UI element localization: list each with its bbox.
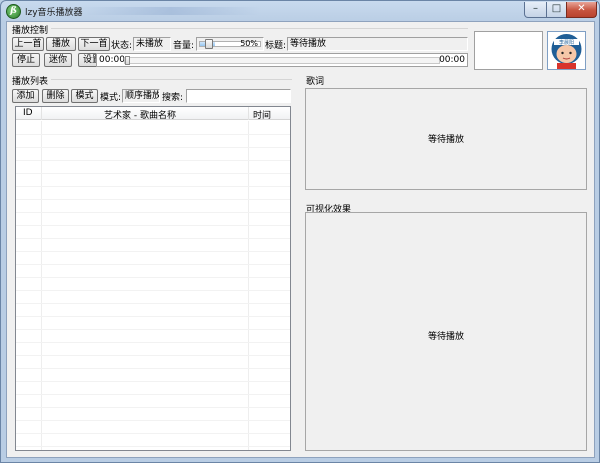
grid-column-line xyxy=(248,121,249,450)
grid-row-line xyxy=(16,212,290,213)
visual-placeholder: 等待播放 xyxy=(427,332,464,342)
title-bar[interactable]: ß lzy音乐播放器 – □ ✕ xyxy=(1,1,599,21)
window-title: lzy音乐播放器 xyxy=(25,8,83,18)
grid-row-line xyxy=(16,394,290,395)
status-value: 未播放 xyxy=(133,37,171,51)
mode-label: 模式: xyxy=(100,93,122,103)
grid-row-line xyxy=(16,186,290,187)
volume-percent: 50% xyxy=(240,39,258,48)
grid-column-line xyxy=(41,121,42,450)
playlist-group-label: 播放列表 xyxy=(12,77,49,87)
column-divider xyxy=(41,107,42,120)
title-label: 标题: xyxy=(265,41,287,51)
progress-track[interactable] xyxy=(124,56,440,65)
grid-row-line xyxy=(16,368,290,369)
avatar-badge-text: 李晨阳 xyxy=(559,39,574,46)
grid-row-line xyxy=(16,147,290,148)
blurred-title-area xyxy=(81,7,261,15)
next-button[interactable]: 下一首 xyxy=(78,37,110,51)
app-window: ß lzy音乐播放器 – □ ✕ 播放控制 上一首 播放 下一首 状态: 未播放… xyxy=(0,0,600,463)
playlist-group-divider xyxy=(51,79,292,80)
grid-row-line xyxy=(16,160,290,161)
delete-button[interactable]: 删除 xyxy=(42,89,69,103)
lyrics-group-label: 歌词 xyxy=(306,77,325,87)
grid-row-line xyxy=(16,329,290,330)
mode-value[interactable]: 顺序播放 xyxy=(122,89,160,103)
grid-row-line xyxy=(16,316,290,317)
playback-group-divider xyxy=(51,28,468,29)
mini-mode-button[interactable]: 迷你 xyxy=(44,53,72,67)
grid-row-line xyxy=(16,173,290,174)
playback-group-label: 播放控制 xyxy=(12,26,49,36)
playlist-header: ID 艺术家 - 歌曲名称 时间 xyxy=(16,107,290,121)
title-value: 等待播放 xyxy=(287,37,468,51)
column-time[interactable]: 时间 xyxy=(253,108,271,121)
search-label: 搜索: xyxy=(162,93,184,103)
user-avatar[interactable]: 李晨阳 xyxy=(547,31,586,70)
grid-row-line xyxy=(16,433,290,434)
grid-row-line xyxy=(16,446,290,447)
volume-label: 音量: xyxy=(173,41,195,51)
maximize-button[interactable]: □ xyxy=(546,2,567,18)
grid-row-line xyxy=(16,407,290,408)
time-total: 00:00 xyxy=(439,55,465,65)
grid-row-line xyxy=(16,238,290,239)
lyrics-panel: 等待播放 xyxy=(305,88,587,190)
volume-thumb[interactable] xyxy=(205,39,213,49)
prev-button[interactable]: 上一首 xyxy=(12,37,44,51)
column-divider xyxy=(248,107,249,120)
column-artist-title[interactable]: 艺术家 - 歌曲名称 xyxy=(104,108,176,121)
playlist-table[interactable]: ID 艺术家 - 歌曲名称 时间 xyxy=(15,106,291,451)
grid-row-line xyxy=(16,303,290,304)
grid-row-line xyxy=(16,290,290,291)
grid-row-line xyxy=(16,277,290,278)
app-logo-icon: ß xyxy=(6,4,21,19)
lyrics-placeholder: 等待播放 xyxy=(427,135,464,145)
visualization-panel: 等待播放 xyxy=(305,212,587,451)
grid-row-line xyxy=(16,342,290,343)
grid-row-line xyxy=(16,420,290,421)
mode-button[interactable]: 模式 xyxy=(71,89,98,103)
client-area: 播放控制 上一首 播放 下一首 状态: 未播放 音量: 50% 标题: 等待播放… xyxy=(6,21,595,458)
grid-row-line xyxy=(16,251,290,252)
minimize-button[interactable]: – xyxy=(524,2,547,18)
stop-button[interactable]: 停止 xyxy=(12,53,40,67)
column-id[interactable]: ID xyxy=(23,108,33,118)
grid-row-line xyxy=(16,355,290,356)
status-label: 状态: xyxy=(111,41,133,51)
progress-bar[interactable]: 00:00 00:00 xyxy=(96,53,468,67)
close-button[interactable]: ✕ xyxy=(566,2,597,18)
search-input[interactable] xyxy=(186,89,291,103)
grid-row-line xyxy=(16,134,290,135)
avatar-face-icon: 李晨阳 xyxy=(548,32,585,69)
album-cover xyxy=(474,31,543,70)
add-button[interactable]: 添加 xyxy=(12,89,39,103)
progress-thumb[interactable] xyxy=(125,56,130,65)
grid-row-line xyxy=(16,381,290,382)
grid-row-line xyxy=(16,225,290,226)
grid-row-line xyxy=(16,264,290,265)
volume-slider[interactable]: 50% xyxy=(196,37,264,51)
grid-row-line xyxy=(16,199,290,200)
play-button[interactable]: 播放 xyxy=(46,37,76,51)
time-elapsed: 00:00 xyxy=(99,55,125,65)
